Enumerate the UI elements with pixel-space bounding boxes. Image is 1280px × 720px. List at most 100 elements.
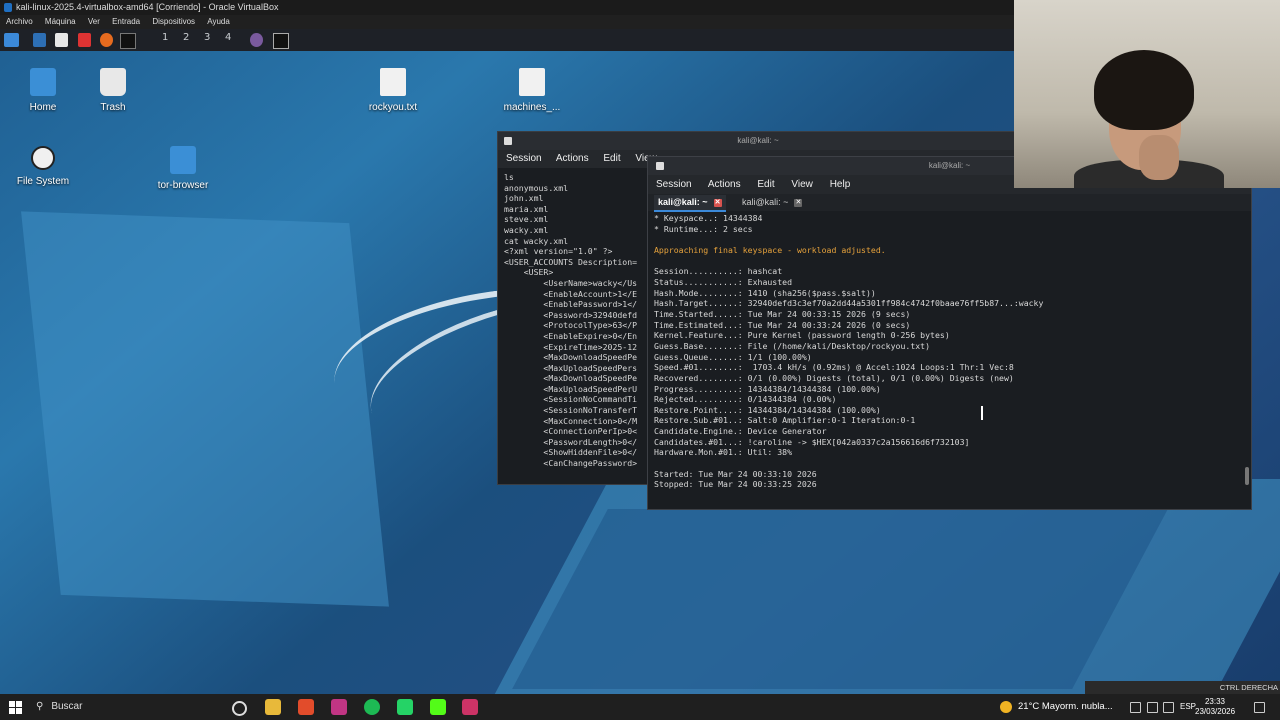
file-icon [519, 68, 545, 96]
close-icon[interactable]: ✕ [794, 198, 803, 207]
show-desktop-icon[interactable] [33, 33, 46, 47]
cortana-icon[interactable] [232, 701, 247, 716]
trash-icon [100, 68, 126, 96]
file-explorer-icon[interactable] [265, 699, 281, 715]
terminal-task-icon[interactable] [273, 33, 289, 49]
brave-icon[interactable] [298, 699, 314, 715]
workspace-3[interactable]: 3 [204, 32, 210, 43]
terminal-line: Status...........: Exhausted [654, 276, 793, 287]
taskbar-clock[interactable]: 23:33 23/03/2026 [1195, 697, 1235, 717]
desktop-icon-trash[interactable]: Trash [78, 68, 148, 113]
browser-task-icon[interactable] [250, 33, 263, 47]
menu-session[interactable]: Session [506, 153, 542, 164]
terminal-line: Hash.Target......: 32940defd3c3ef70a2dd4… [654, 298, 1044, 309]
terminal-line: Started: Tue Mar 24 00:33:10 2026 [654, 468, 817, 479]
menu-entrada[interactable]: Entrada [112, 15, 140, 29]
desktop-icon-label: File System [16, 176, 70, 187]
terminal-line: Restore.Sub.#01..: Salt:0 Amplifier:0-1 … [654, 415, 916, 426]
workspace-4[interactable]: 4 [225, 32, 231, 43]
terminal-tab[interactable]: kali@kali: ~ ✕ [738, 195, 806, 210]
webcam-person [1139, 135, 1179, 180]
clock-time: 23:33 [1204, 697, 1226, 706]
menu-archivo[interactable]: Archivo [6, 15, 33, 29]
taskbar-search[interactable]: ⚲ Buscar [36, 698, 216, 716]
kali-menu-icon[interactable] [4, 33, 19, 47]
terminal-line: Rejected.........: 0/14344384 (0.00%) [654, 394, 837, 405]
menu-dispositivos[interactable]: Dispositivos [152, 15, 195, 29]
terminal-output[interactable]: * Keyspace..: 14344384 * Runtime...: 2 se… [648, 211, 1251, 492]
workspace-2[interactable]: 2 [183, 32, 189, 43]
search-placeholder: Buscar [51, 701, 83, 712]
terminal-line: Candidate.Engine.: Device Generator [654, 426, 827, 437]
network-icon[interactable] [1147, 702, 1158, 713]
language-indicator[interactable]: ESP [1180, 702, 1196, 711]
volume-icon[interactable] [1163, 702, 1174, 713]
virtualbox-task-icon[interactable] [462, 699, 478, 715]
desktop-icon-label: rockyou.txt [368, 102, 418, 113]
menu-ayuda[interactable]: Ayuda [207, 15, 230, 29]
close-icon[interactable]: ✕ [713, 198, 722, 207]
terminal-line: Progress.........: 14344384/14344384 (10… [654, 383, 881, 394]
menu-session[interactable]: Session [656, 179, 692, 190]
file-manager-icon[interactable] [55, 33, 68, 47]
terminal-window-front[interactable]: kali@kali: ~ Session Actions Edit View H… [647, 156, 1252, 510]
terminal-line: Session..........: hashcat [654, 266, 783, 277]
instagram-icon[interactable] [331, 699, 347, 715]
spotify-icon[interactable] [364, 699, 380, 715]
terminal-line: Time.Estimated...: Tue Mar 24 00:33:24 2… [654, 319, 911, 330]
terminal-line: Hardware.Mon.#01.: Util: 38% [654, 447, 793, 458]
windows-start-icon[interactable] [9, 701, 22, 714]
text-editor-icon[interactable] [78, 33, 91, 47]
whatsapp-icon[interactable] [397, 699, 413, 715]
terminal-icon [656, 162, 664, 170]
workspace-1[interactable]: 1 [162, 32, 168, 43]
terminal-tab-active[interactable]: kali@kali: ~ ✕ [654, 195, 726, 212]
desktop-icon-label: machines_... [503, 102, 561, 113]
terminal-line: Guess.Queue......: 1/1 (100.00%) [654, 351, 812, 362]
notification-icon[interactable] [1254, 702, 1265, 713]
terminal-line: Candidates.#01...: !caroline -> $HEX[042… [654, 436, 970, 447]
menu-maquina[interactable]: Máquina [45, 15, 76, 29]
terminal-line: Guess.Base.......: File (/home/kali/Desk… [654, 340, 931, 351]
terminal-icon[interactable] [120, 33, 136, 49]
menu-actions[interactable]: Actions [708, 179, 741, 190]
menu-ver[interactable]: Ver [88, 15, 100, 29]
menu-help[interactable]: Help [830, 179, 851, 190]
tab-label: kali@kali: ~ [658, 197, 708, 207]
desktop-icon-tor-browser[interactable]: tor-browser [148, 146, 218, 191]
folder-icon [30, 68, 56, 96]
terminal-icon [504, 137, 512, 145]
desktop-icon-home[interactable]: Home [8, 68, 78, 113]
desktop-icon-rockyou[interactable]: rockyou.txt [358, 68, 428, 113]
drive-icon [31, 146, 55, 170]
chevron-up-icon[interactable] [1130, 702, 1141, 713]
desktop-icon-machines[interactable]: machines_... [497, 68, 567, 113]
host-key-label: CTRL DERECHA [1219, 683, 1278, 692]
desktop-icon-label: Home [29, 102, 57, 113]
terminal-line: Kernel.Feature...: Pure Kernel (password… [654, 330, 950, 341]
menu-edit[interactable]: Edit [757, 179, 774, 190]
menu-edit[interactable]: Edit [603, 153, 620, 164]
kick-icon[interactable] [430, 699, 446, 715]
tab-label: kali@kali: ~ [742, 197, 789, 207]
weather-text: 21°C Mayorm. nubla... [1018, 701, 1113, 712]
firefox-icon[interactable] [100, 33, 113, 47]
terminal-tabbar: kali@kali: ~ ✕ kali@kali: ~ ✕ [648, 194, 1251, 212]
virtualbox-statusbar: CTRL DERECHA [1085, 681, 1280, 694]
menu-actions[interactable]: Actions [556, 153, 589, 164]
terminal-line: * Runtime...: 2 secs [654, 223, 753, 234]
terminal-line: Restore.Point....: 14344384/14344384 (10… [654, 404, 881, 415]
scrollbar[interactable] [1245, 467, 1249, 485]
terminal-line: Hash.Mode........: 1410 (sha256($pass.$s… [654, 287, 876, 298]
terminal-line: Recovered........: 0/1 (0.00%) Digests (… [654, 372, 1014, 383]
file-icon [380, 68, 406, 96]
desktop-icon-label: Trash [100, 102, 126, 113]
terminal-titlebar[interactable]: kali@kali: ~ [498, 132, 1018, 150]
desktop-icon-filesystem[interactable]: File System [8, 146, 78, 187]
weather-widget[interactable]: 21°C Mayorm. nubla... [1000, 694, 1113, 720]
terminal-line: Speed.#01........: 1703.4 kH/s (0.92ms) … [654, 362, 1014, 373]
menu-view[interactable]: View [791, 179, 813, 190]
